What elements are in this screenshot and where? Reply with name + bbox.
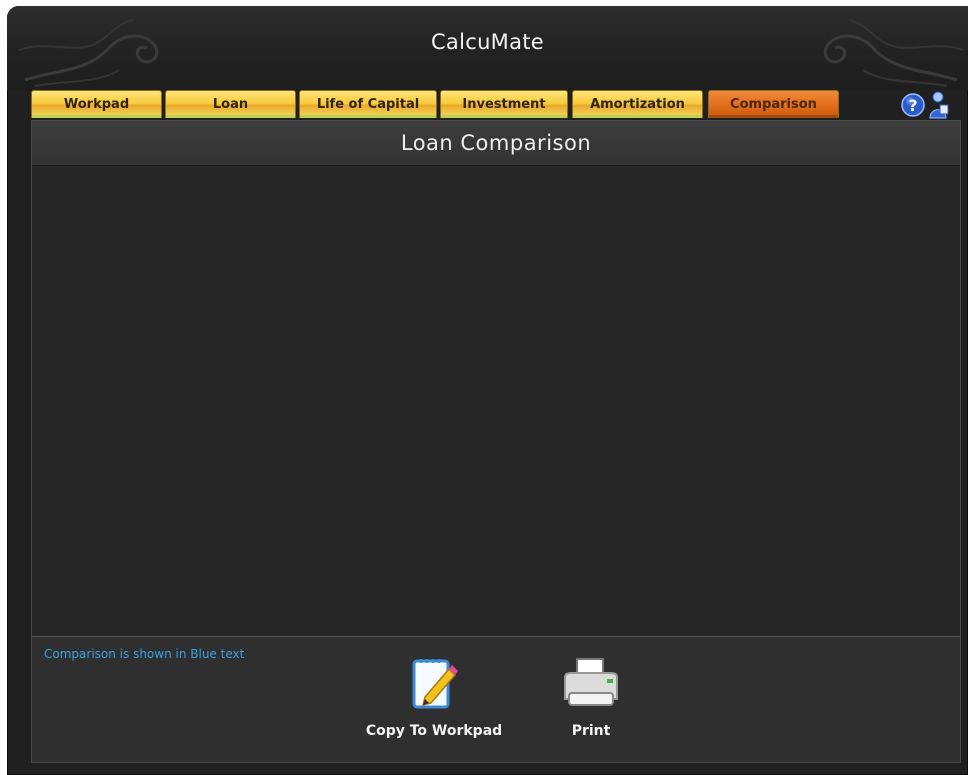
comparison-note: Comparison is shown in Blue text [44, 647, 245, 661]
user-figure-icon[interactable] [927, 91, 949, 119]
comparison-content-area [32, 166, 960, 637]
copy-to-workpad-label: Copy To Workpad [365, 723, 503, 739]
app-title: CalcuMate [430, 30, 545, 54]
app-window: CalcuMate Workpad Loan Life of Capital I… [7, 6, 968, 775]
comparison-panel: Loan Comparison Comparison is shown in B… [31, 120, 961, 763]
page-title: Loan Comparison [32, 121, 960, 166]
tab-comparison[interactable]: Comparison [708, 90, 839, 118]
help-area: ? [901, 90, 951, 120]
tab-loan[interactable]: Loan [165, 90, 296, 118]
tab-life-of-capital[interactable]: Life of Capital [299, 90, 437, 118]
print-label: Print [571, 723, 611, 739]
svg-text:?: ? [908, 96, 917, 115]
help-icon[interactable]: ? [901, 92, 925, 118]
copy-to-workpad-button[interactable]: Copy To Workpad [356, 655, 512, 739]
notepad-pencil-icon [412, 659, 458, 709]
panel-footer: Comparison is shown in Blue text Copy To… [32, 637, 960, 762]
tab-workpad[interactable]: Workpad [31, 90, 162, 118]
tab-amortization[interactable]: Amortization [572, 90, 703, 118]
printer-icon [564, 658, 618, 706]
tab-bar: Workpad Loan Life of Capital Investment … [31, 90, 851, 120]
print-button[interactable]: Print [548, 655, 634, 739]
title-bar: CalcuMate [7, 6, 968, 90]
tab-investment[interactable]: Investment [440, 90, 568, 118]
